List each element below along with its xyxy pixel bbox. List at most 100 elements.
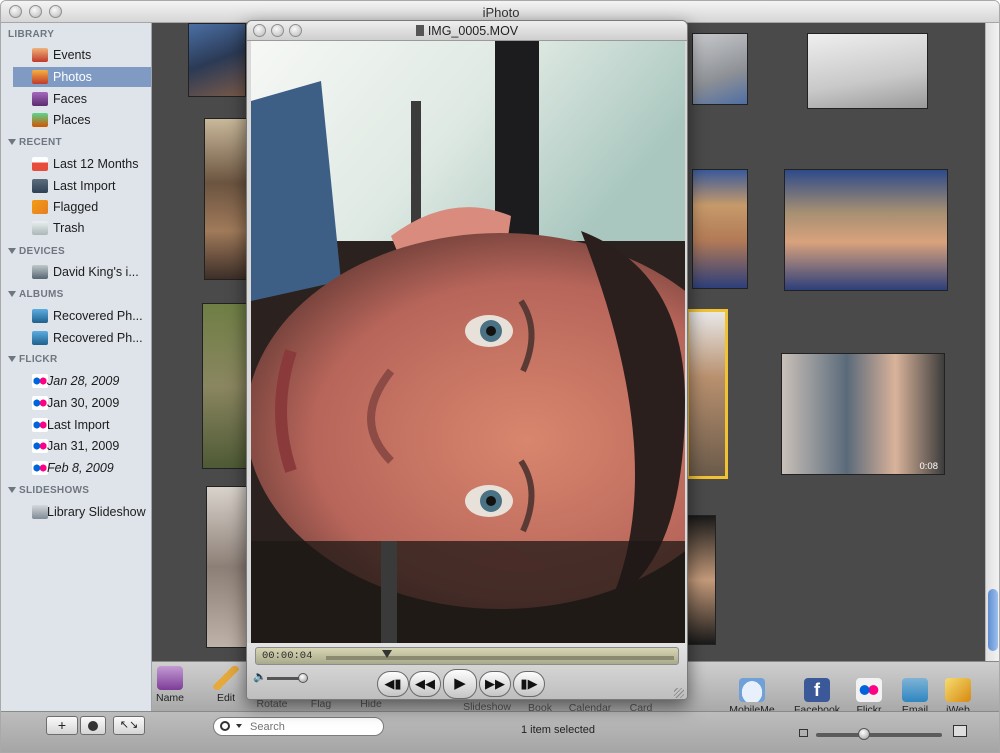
camera-icon — [32, 265, 48, 279]
sidebar-item-album-1[interactable]: Recovered Ph... — [13, 306, 151, 326]
sidebar-item-last-import[interactable]: Last Import — [13, 176, 151, 196]
sidebar-item-places[interactable]: Places — [13, 110, 151, 130]
source-list-sidebar: LIBRARY Events Photos Faces Places RECEN… — [1, 23, 152, 711]
selection-status-text: 1 item selected — [521, 724, 595, 736]
sidebar-item-photos[interactable]: Photos — [13, 67, 151, 87]
sidebar-item-flagged[interactable]: Flagged — [13, 197, 151, 217]
photo-thumbnail[interactable] — [784, 169, 948, 291]
iweb-icon — [945, 678, 971, 702]
sidebar-item-label: Last 12 Months — [53, 157, 139, 171]
sidebar-item-events[interactable]: Events — [13, 45, 151, 65]
name-button[interactable]: Name — [154, 666, 186, 704]
sidebar-item-last-12-months[interactable]: Last 12 Months — [13, 154, 151, 174]
go-to-end-button[interactable]: ▮▶ — [513, 671, 545, 697]
search-icon — [220, 721, 230, 731]
sidebar-item-label: Photos — [53, 70, 92, 84]
slideshow-icon — [32, 505, 48, 519]
fullscreen-button[interactable]: ↖↘ — [113, 716, 145, 735]
info-button[interactable] — [80, 716, 106, 735]
sidebar-item-label: Jan 31, 2009 — [47, 439, 120, 453]
photo-thumbnail[interactable] — [692, 169, 748, 289]
small-thumbnail-icon — [799, 729, 808, 737]
resize-handle[interactable] — [674, 688, 684, 698]
cloud-icon — [739, 678, 765, 702]
sidebar-item-label: David King's i... — [53, 265, 139, 279]
fast-forward-button[interactable]: ▶▶ — [479, 671, 511, 697]
sidebar-item-label: Jan 30, 2009 — [47, 396, 120, 410]
events-icon — [32, 48, 48, 62]
volume-slider-knob[interactable] — [298, 673, 308, 683]
go-to-start-button[interactable]: ◀▮ — [377, 671, 409, 697]
flickr-icon — [32, 374, 48, 388]
sidebar-item-flickr-last-import[interactable]: Last Import — [13, 415, 151, 435]
skip-to-end-icon: ▮▶ — [520, 676, 538, 691]
add-button[interactable]: + — [46, 716, 78, 735]
section-header-flickr[interactable]: FLICKR — [8, 354, 57, 365]
playhead-icon[interactable] — [382, 650, 392, 658]
skip-to-start-icon: ◀▮ — [384, 676, 402, 691]
fullscreen-arrows-icon: ↖↘ — [119, 719, 139, 731]
flickr-icon — [32, 461, 48, 475]
sidebar-item-label: Feb 8, 2009 — [47, 461, 114, 475]
photo-thumbnail[interactable] — [188, 23, 246, 97]
section-header-library[interactable]: LIBRARY — [8, 29, 54, 40]
search-field[interactable] — [213, 717, 384, 736]
name-face-icon — [157, 666, 183, 690]
disclosure-triangle-icon — [8, 291, 16, 298]
sidebar-item-label: Events — [53, 48, 92, 62]
window-title: iPhoto — [482, 5, 520, 20]
pencil-icon — [213, 666, 239, 690]
grid-scrollbar[interactable] — [985, 23, 999, 661]
section-header-slideshows[interactable]: SLIDESHOWS — [8, 485, 89, 496]
sidebar-item-device[interactable]: David King's i... — [13, 262, 151, 282]
sidebar-item-album-2[interactable]: Recovered Ph... — [13, 328, 151, 348]
player-controls: 00:00:04 🔈 ◀▮ ◀◀ ▶ ▶▶ ▮▶ — [247, 643, 687, 699]
disclosure-triangle-icon — [8, 487, 16, 494]
rewind-button[interactable]: ◀◀ — [409, 671, 441, 697]
timecode-display: 00:00:04 — [262, 650, 313, 662]
sidebar-item-flickr-feb-8[interactable]: Feb 8, 2009 — [13, 458, 151, 478]
sidebar-item-library-slideshow[interactable]: Library Slideshow — [13, 502, 151, 522]
flickr-logo-icon — [856, 678, 882, 702]
flag-icon — [32, 200, 48, 214]
faces-icon — [32, 92, 48, 106]
places-icon — [32, 113, 48, 127]
video-duration-badge: 0:08 — [919, 461, 939, 472]
sidebar-item-label: Last Import — [53, 179, 116, 193]
flickr-icon — [32, 439, 48, 453]
trash-icon — [32, 221, 48, 235]
video-frame-image — [251, 41, 685, 643]
play-button[interactable]: ▶ — [443, 669, 477, 699]
sidebar-item-flickr-jan-31[interactable]: Jan 31, 2009 — [13, 436, 151, 456]
section-header-devices[interactable]: DEVICES — [8, 246, 65, 257]
section-header-albums[interactable]: ALBUMS — [8, 289, 64, 300]
sidebar-item-faces[interactable]: Faces — [13, 89, 151, 109]
sidebar-item-label: Trash — [53, 221, 85, 235]
video-thumbnail[interactable] — [686, 515, 716, 645]
thumbnail-size-slider-knob[interactable] — [858, 728, 870, 740]
search-input[interactable] — [250, 719, 378, 734]
section-header-recent[interactable]: RECENT — [8, 137, 62, 148]
grid-scrollbar-thumb[interactable] — [988, 589, 998, 651]
thumbnail-size-slider[interactable] — [816, 733, 942, 737]
timeline-track[interactable] — [326, 656, 674, 660]
info-icon — [88, 721, 98, 731]
video-thumbnail-selected[interactable] — [686, 309, 728, 479]
section-header-label: SLIDESHOWS — [19, 485, 90, 496]
video-frame[interactable] — [251, 41, 685, 643]
edit-button[interactable]: Edit — [210, 666, 242, 704]
sidebar-item-trash[interactable]: Trash — [13, 218, 151, 238]
photo-thumbnail[interactable] — [807, 33, 928, 109]
timeline-scrubber[interactable]: 00:00:04 — [255, 647, 679, 665]
sidebar-item-flickr-jan-30[interactable]: Jan 30, 2009 — [13, 393, 151, 413]
player-title-bar: IMG_0005.MOV — [247, 21, 687, 41]
flickr-icon — [32, 396, 48, 410]
video-thumbnail[interactable]: 0:08 — [781, 353, 945, 475]
section-header-label: FLICKR — [19, 354, 58, 365]
sidebar-item-label: Library Slideshow — [47, 505, 146, 519]
sidebar-item-flickr-jan-28[interactable]: Jan 28, 2009 — [13, 371, 151, 391]
section-header-label: ALBUMS — [19, 289, 64, 300]
photo-thumbnail[interactable] — [692, 33, 748, 105]
album-icon — [32, 331, 48, 345]
play-icon: ▶ — [454, 675, 466, 692]
